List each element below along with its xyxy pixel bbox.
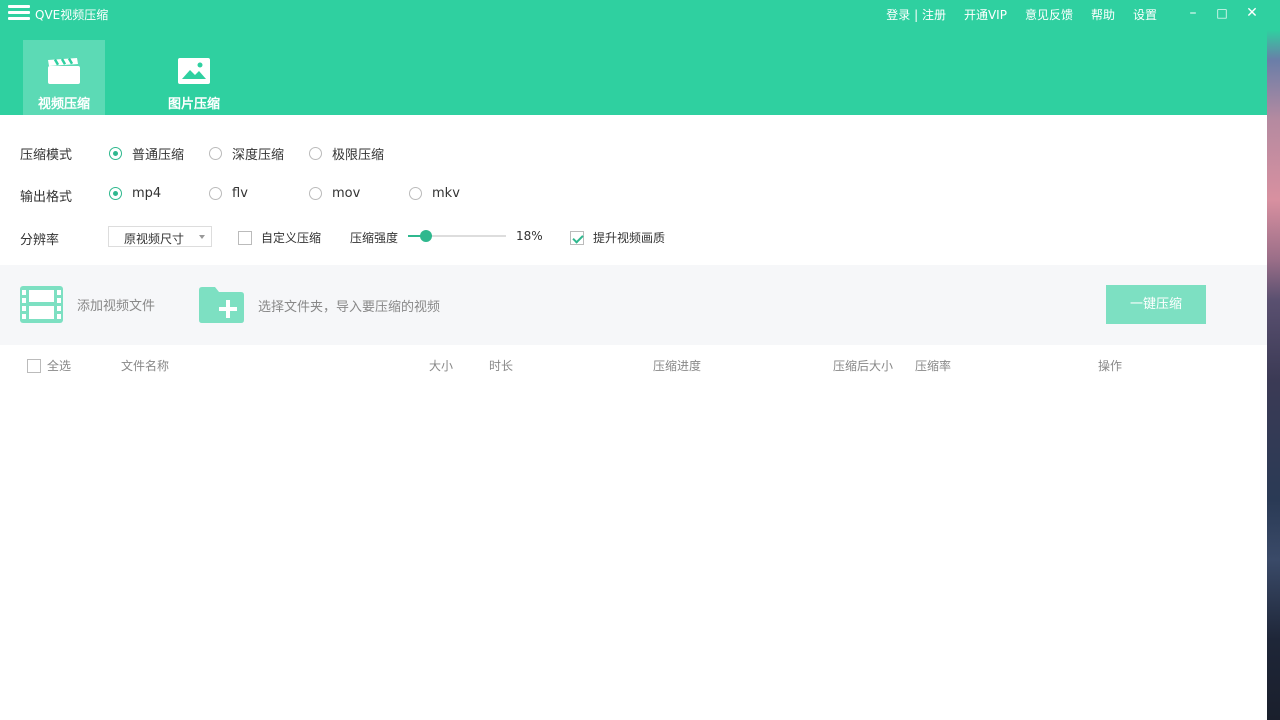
mode-deep-radio[interactable]: 深度压缩 [209,144,284,163]
feedback-link[interactable]: 意见反馈 [1025,6,1073,23]
tab-label: 图片压缩 [167,97,220,112]
add-video-file-label: 添加视频文件 [77,299,156,314]
app-window: QVE视频压缩 登录 | 注册 开通VIP 意见反馈 帮助 设置 – □ ✕ 视… [0,0,1267,720]
strength-slider[interactable] [408,230,506,242]
minimize-button[interactable]: – [1180,2,1206,24]
settings-link[interactable]: 设置 [1133,6,1157,23]
file-toolbar: 添加视频文件 选择文件夹，导入要压缩的视频 一键压缩 [0,265,1267,345]
image-icon [178,58,210,84]
video-clapper-icon [48,58,80,84]
resolution-select[interactable]: 原视频尺寸 [108,226,212,247]
app-header: QVE视频压缩 登录 | 注册 开通VIP 意见反馈 帮助 设置 – □ ✕ 视… [0,0,1267,115]
tab-video-compress[interactable]: 视频压缩 [23,40,105,115]
slider-thumb[interactable] [419,230,432,242]
app-title: QVE视频压缩 [35,8,109,22]
file-list [0,385,1267,720]
select-all-checkbox[interactable]: 全选 [27,357,71,374]
title-bar: QVE视频压缩 登录 | 注册 开通VIP 意见反馈 帮助 设置 – □ ✕ [0,0,1267,28]
column-compression-ratio: 压缩率 [915,359,952,373]
chevron-down-icon [199,235,205,239]
mode-normal-radio[interactable]: 普通压缩 [109,144,184,163]
custom-compress-checkbox[interactable]: 自定义压缩 [238,229,321,246]
vip-link[interactable]: 开通VIP [964,6,1007,23]
mode-extreme-radio[interactable]: 极限压缩 [309,144,384,163]
output-format-label: 输出格式 [20,190,73,205]
close-button[interactable]: ✕ [1239,2,1265,24]
format-flv-radio[interactable]: flv [209,186,248,201]
film-strip-icon [20,286,63,323]
column-file-name: 文件名称 [121,359,170,373]
format-mp4-radio[interactable]: mp4 [109,186,161,201]
top-links: 登录 | 注册 开通VIP 意见反馈 帮助 设置 [886,6,1157,23]
app-logo-icon [8,5,30,21]
column-actions: 操作 [1098,359,1123,373]
compression-mode-label: 压缩模式 [20,148,73,163]
column-size: 大小 [429,359,454,373]
folder-add-icon [199,287,244,323]
strength-value: 18% [516,229,543,243]
add-folder-button[interactable]: 选择文件夹，导入要压缩的视频 [199,287,440,323]
column-progress: 压缩进度 [653,359,702,373]
one-click-compress-button[interactable]: 一键压缩 [1106,285,1206,324]
desktop-wallpaper [1267,0,1280,720]
column-duration: 时长 [489,359,514,373]
format-mov-radio[interactable]: mov [309,186,360,201]
file-table-header: 全选 文件名称 大小 时长 压缩进度 压缩后大小 压缩率 操作 [0,345,1267,385]
strength-label: 压缩强度 [350,231,399,245]
enhance-quality-checkbox[interactable]: 提升视频画质 [570,229,665,246]
tab-image-compress[interactable]: 图片压缩 [153,40,235,115]
resolution-label: 分辨率 [20,233,60,248]
column-compressed-size: 压缩后大小 [833,359,894,373]
add-video-file-button[interactable]: 添加视频文件 [20,286,155,323]
tab-label: 视频压缩 [37,97,90,112]
add-folder-label: 选择文件夹，导入要压缩的视频 [258,299,441,315]
format-mkv-radio[interactable]: mkv [409,186,460,201]
resolution-value: 原视频尺寸 [124,232,185,246]
maximize-button[interactable]: □ [1209,2,1235,24]
login-register-link[interactable]: 登录 | 注册 [886,6,946,23]
help-link[interactable]: 帮助 [1091,6,1115,23]
